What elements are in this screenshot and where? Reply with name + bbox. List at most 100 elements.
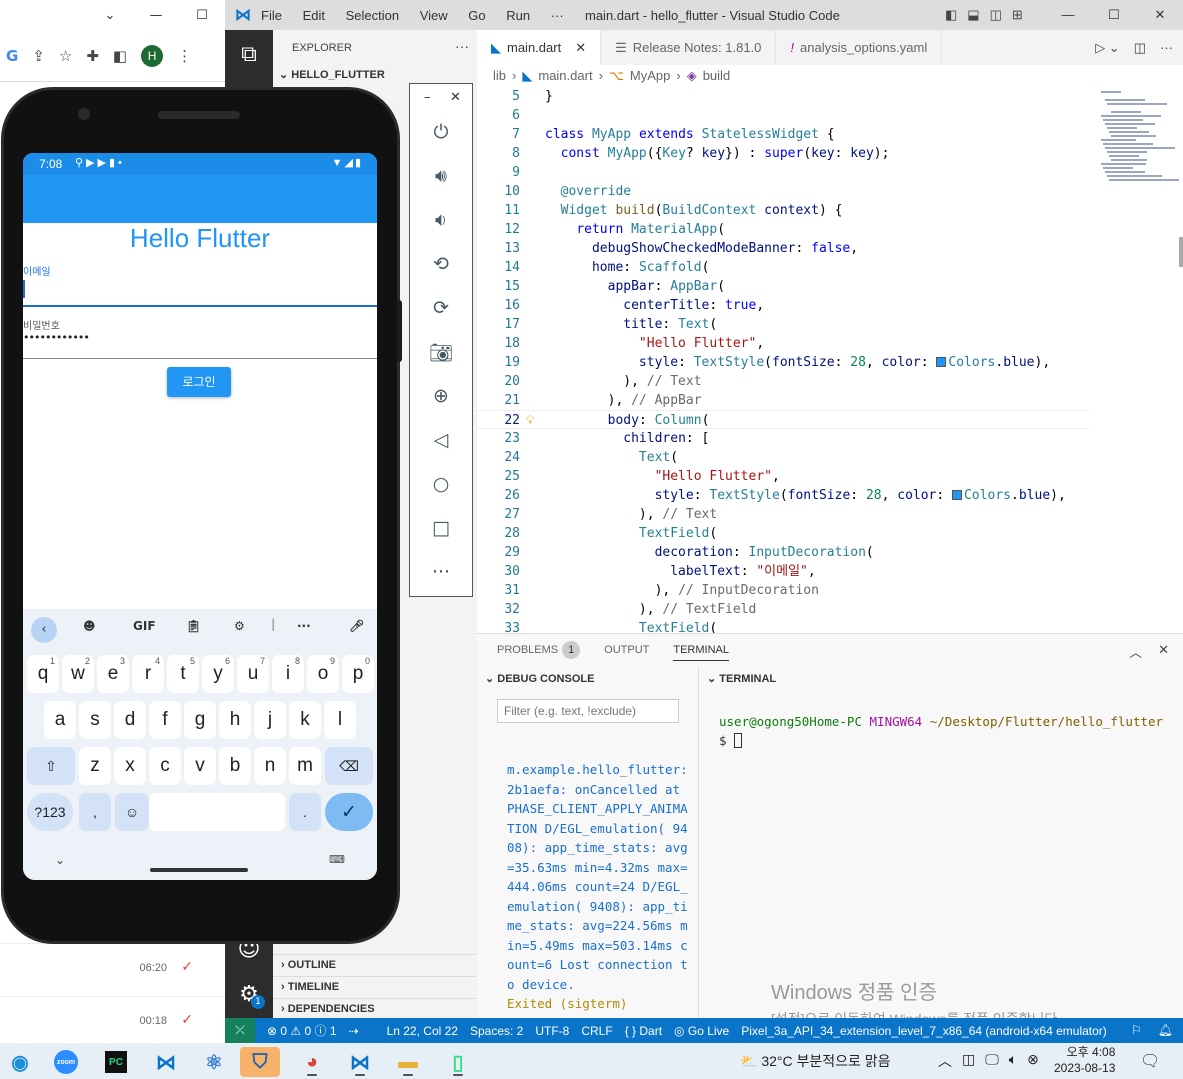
code-line[interactable]: 31 ), // InputDecoration: [477, 581, 1089, 600]
file-explorer-icon[interactable]: ▬: [388, 1047, 428, 1077]
code-line[interactable]: 7 class MyApp extends StatelessWidget {: [477, 125, 1089, 144]
meet-icon[interactable]: ◫: [962, 1051, 975, 1071]
key-q[interactable]: q1: [27, 655, 59, 693]
volume-up-icon[interactable]: 🔊︎: [410, 154, 472, 198]
more-icon[interactable]: ⋮: [177, 47, 192, 65]
key-c[interactable]: c: [149, 747, 181, 785]
login-button[interactable]: 로그인: [167, 367, 231, 397]
overview-icon[interactable]: □: [410, 506, 472, 550]
status-encoding[interactable]: UTF-8: [535, 1024, 569, 1038]
key-o[interactable]: o9: [307, 655, 339, 693]
section-outline[interactable]: › OUTLINE: [273, 954, 477, 976]
code-line[interactable]: 32 ), // TextField: [477, 600, 1089, 619]
status-language[interactable]: { } Dart: [625, 1024, 662, 1038]
status-debug-icon[interactable]: ⇢: [349, 1024, 359, 1038]
profile-avatar[interactable]: H: [141, 44, 164, 67]
maximize-button[interactable]: ☐: [1091, 0, 1137, 30]
key-y[interactable]: y6: [202, 655, 234, 693]
gif-button[interactable]: GIF: [133, 619, 156, 633]
keyboard-settings-icon[interactable]: ⚙: [234, 619, 245, 633]
rotate-left-icon[interactable]: ⟲: [410, 242, 472, 286]
menu-selection[interactable]: Selection: [346, 8, 399, 23]
tab-release-notes[interactable]: ☰ Release Notes: 1.81.0: [601, 30, 777, 65]
tab-terminal[interactable]: TERMINAL: [673, 644, 729, 661]
code-line[interactable]: 15 appBar: AppBar(: [477, 277, 1089, 296]
clipboard-icon[interactable]: 📋︎: [186, 619, 201, 633]
volume-down-icon[interactable]: 🔉︎: [410, 198, 472, 242]
code-line[interactable]: 8 const MyApp({Key? key}) : super(key: k…: [477, 144, 1089, 163]
zoom-icon[interactable]: zoom: [46, 1047, 86, 1077]
key-a[interactable]: a: [44, 701, 76, 739]
notifications-bell-icon[interactable]: 🔔︎: [1158, 1023, 1173, 1037]
explorer-more-icon[interactable]: ···: [455, 38, 469, 54]
breadcrumb-file[interactable]: main.dart: [538, 68, 592, 87]
minimize-button[interactable]: —: [1045, 0, 1091, 30]
remote-icon[interactable]: ⤫: [225, 1018, 255, 1043]
code-line[interactable]: 23 children: [: [477, 429, 1089, 448]
tab-problems[interactable]: PROBLEMS 1: [497, 641, 581, 659]
pycharm-icon[interactable]: PC: [96, 1047, 136, 1077]
list-item[interactable]: 06:20 ✓: [0, 943, 225, 993]
status-problems[interactable]: ⊗ 0 ⚠ 0 ⓘ 1: [267, 1022, 337, 1039]
code-line[interactable]: 24 Text(: [477, 448, 1089, 467]
edge-icon[interactable]: ◉: [0, 1047, 40, 1077]
breadcrumb-method[interactable]: build: [703, 68, 730, 87]
list-item[interactable]: 00:18 ✓: [0, 996, 225, 1046]
emulator-window-icon[interactable]: ▯: [438, 1047, 478, 1077]
key-i[interactable]: i8: [272, 655, 304, 693]
code-line[interactable]: 19 style: TextStyle(fontSize: 28, color:…: [477, 353, 1089, 372]
zoom-icon[interactable]: ⊕: [410, 374, 472, 418]
breadcrumb-lib[interactable]: lib: [493, 68, 506, 87]
menu-run[interactable]: Run: [506, 8, 530, 23]
security-shield-icon[interactable]: ⛉: [240, 1047, 280, 1077]
power-icon[interactable]: ⏻: [410, 110, 472, 154]
status-golive[interactable]: ◎ Go Live: [674, 1024, 729, 1038]
rotate-right-icon[interactable]: ⟳: [410, 286, 472, 330]
code-line[interactable]: 17 title: Text(: [477, 315, 1089, 334]
menu-go[interactable]: Go: [468, 8, 485, 23]
key-z[interactable]: z: [79, 747, 111, 785]
code-line[interactable]: 13 debugShowCheckedModeBanner: false,: [477, 239, 1089, 258]
code-line[interactable]: 28 TextField(: [477, 524, 1089, 543]
terminal-title[interactable]: ⌄ TERMINAL: [707, 672, 776, 685]
vscode-taskbar-icon[interactable]: ⋈: [146, 1047, 186, 1077]
code-line[interactable]: 29 decoration: InputDecoration(: [477, 543, 1089, 562]
explorer-icon[interactable]: ⧉: [225, 30, 273, 78]
code-line[interactable]: 33 TextField(: [477, 619, 1089, 633]
email-field[interactable]: [23, 275, 377, 307]
home-indicator[interactable]: [150, 868, 248, 872]
code-line[interactable]: 16 centerTitle: true,: [477, 296, 1089, 315]
microphone-icon[interactable]: 🎤︎: [349, 619, 364, 633]
code-line[interactable]: 22 💡︎ body: Column(: [477, 410, 1089, 429]
star-icon[interactable]: ☆: [59, 47, 72, 65]
key-w[interactable]: w2: [62, 655, 94, 693]
code-line[interactable]: 10 @override: [477, 182, 1089, 201]
tab-close-icon[interactable]: ✕: [575, 40, 586, 56]
key-j[interactable]: j: [254, 701, 286, 739]
clock[interactable]: 오후 4:08 2023-08-13: [1054, 1044, 1115, 1076]
camera-icon[interactable]: 📷︎: [410, 330, 472, 374]
notification-center-icon[interactable]: 🗨︎: [1140, 1051, 1160, 1071]
key-m[interactable]: m: [289, 747, 321, 785]
tab-analysis-options[interactable]: ! analysis_options.yaml: [776, 30, 943, 65]
browser-maximize-button[interactable]: ☐: [179, 8, 225, 23]
code-editor[interactable]: 5} 6 7 class MyApp extends StatelessWidget …: [477, 87, 1183, 633]
key-v[interactable]: v: [184, 747, 216, 785]
menu-file[interactable]: File: [261, 8, 282, 23]
shift-key[interactable]: ⇧: [27, 747, 75, 785]
emoji-sticker-icon[interactable]: ☻: [83, 619, 96, 633]
toggle-secondary-icon[interactable]: ◫: [990, 7, 1002, 23]
project-folder[interactable]: ⌄ HELLO_FLUTTER: [279, 68, 385, 81]
weather-widget[interactable]: ⛅ 32°C 부분적으로 맑음: [740, 1051, 891, 1071]
period-key[interactable]: .: [289, 793, 321, 831]
debug-filter-input[interactable]: Filter (e.g. text, !exclude): [497, 699, 679, 723]
extensions-icon[interactable]: ✚: [86, 47, 99, 65]
code-line[interactable]: 20 ), // Text: [477, 372, 1089, 391]
section-dependencies[interactable]: › DEPENDENCIES: [273, 998, 477, 1020]
menu-edit[interactable]: Edit: [303, 8, 325, 23]
split-editor-icon[interactable]: ◫: [1134, 40, 1146, 56]
editor-scrollbar[interactable]: [1179, 237, 1183, 267]
comma-key[interactable]: ,: [79, 793, 111, 831]
menu-more[interactable]: ···: [551, 8, 564, 23]
status-device[interactable]: Pixel_3a_API_34_extension_level_7_x86_64…: [741, 1024, 1107, 1038]
